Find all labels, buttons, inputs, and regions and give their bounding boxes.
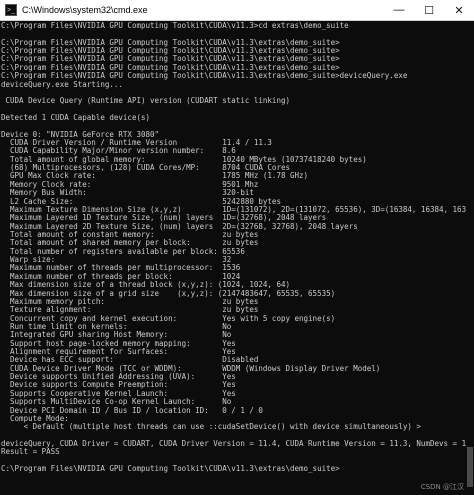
title-bar[interactable]: >_ C:\Windows\system32\cmd.exe — ☐ ✕	[0, 0, 474, 21]
console-line: CUDA Device Query (Runtime API) version …	[1, 97, 290, 106]
console-line: Maximum Layered 2D Texture Size, (num) l…	[1, 222, 358, 231]
console-line: < Default (multiple host threads can use…	[1, 423, 421, 432]
console-line: Device has ECC support: Disabled	[1, 356, 259, 365]
console-line: Integrated GPU sharing Host Memory: No	[1, 331, 232, 340]
vertical-scrollbar[interactable]	[466, 21, 474, 495]
console-line: Device PCI Domain ID / Bus ID / location…	[1, 406, 263, 415]
console-line: C:\Program Files\NVIDIA GPU Computing To…	[1, 47, 340, 56]
scrollbar-thumb[interactable]	[467, 447, 473, 487]
console-line: Run time limit on kernels: No	[1, 322, 232, 331]
console-line: Maximum Layered 1D Texture Size, (num) l…	[1, 214, 327, 223]
console-line: Total amount of constant memory: zu byte…	[1, 230, 259, 239]
console-line: Alignment requirement for Surfaces: Yes	[1, 348, 236, 357]
console-line: C:\Program Files\NVIDIA GPU Computing To…	[1, 465, 340, 474]
console-line: C:\Program Files\NVIDIA GPU Computing To…	[1, 63, 340, 72]
console-line: Result = PASS	[1, 448, 60, 457]
console-output[interactable]: C:\Program Files\NVIDIA GPU Computing To…	[0, 21, 466, 495]
console-line: Device supports Compute Preemption: Yes	[1, 381, 236, 390]
console-line: Total amount of shared memory per block:…	[1, 239, 259, 248]
console-line: Compute Mode:	[1, 414, 69, 423]
console-line: C:\Program Files\NVIDIA GPU Computing To…	[1, 38, 340, 47]
console-line: Device supports Unified Addressing (UVA)…	[1, 373, 236, 382]
console-line: Maximum number of threads per multiproce…	[1, 264, 241, 273]
console-line: CUDA Driver Version / Runtime Version 11…	[1, 139, 272, 148]
console-line: deviceQuery.exe Starting...	[1, 80, 123, 89]
console-line: C:\Program Files\NVIDIA GPU Computing To…	[1, 22, 349, 30]
console-line: deviceQuery, CUDA Driver = CUDART, CUDA …	[1, 439, 466, 448]
console-line: CUDA Capability Major/Minor version numb…	[1, 147, 236, 156]
console-line: L2 Cache Size: 5242880 bytes	[1, 197, 281, 206]
console-line: CUDA Device Driver Mode (TCC or WDDM): W…	[1, 364, 381, 373]
console-line: C:\Program Files\NVIDIA GPU Computing To…	[1, 55, 340, 64]
console-line: Memory Bus Width: 320-bit	[1, 189, 254, 198]
console-line: C:\Program Files\NVIDIA GPU Computing To…	[1, 72, 408, 81]
console-line: Max dimension size of a thread block (x,…	[1, 281, 290, 290]
close-button[interactable]: ✕	[444, 0, 474, 20]
console-line: Detected 1 CUDA Capable device(s)	[1, 113, 151, 122]
console-line: Memory Clock rate: 9501 Mhz	[1, 180, 259, 189]
console-line: Maximum memory pitch: zu bytes	[1, 297, 259, 306]
console-line: Texture alignment: zu bytes	[1, 306, 259, 315]
console-line: Device 0: "NVIDIA GeForce RTX 3080"	[1, 130, 160, 139]
watermark: CSDN @江汉	[420, 483, 464, 491]
window-controls: — ☐ ✕	[384, 0, 474, 20]
console-line: Concurrent copy and kernel execution: Ye…	[1, 314, 336, 323]
console-line: Warp size: 32	[1, 256, 232, 265]
console-line: GPU Max Clock rate: 1785 MHz (1.78 GHz)	[1, 172, 309, 181]
minimize-button[interactable]: —	[384, 0, 414, 20]
console-line: (68) Multiprocessors, (128) CUDA Cores/M…	[1, 164, 290, 173]
cmd-app-icon: >_	[5, 4, 17, 16]
cmd-window: >_ C:\Windows\system32\cmd.exe — ☐ ✕ C:\…	[0, 0, 474, 495]
maximize-button[interactable]: ☐	[414, 0, 444, 20]
console-line: Total number of registers available per …	[1, 247, 245, 256]
console-line: Maximum number of threads per block: 102…	[1, 272, 241, 281]
console-line: Max dimension size of a grid size (x,y,z…	[1, 289, 336, 298]
console-line: Supports Cooperative Kernel Launch: Yes	[1, 389, 236, 398]
console-line: Support host page-locked memory mapping:…	[1, 339, 236, 348]
console-line: Maximum Texture Dimension Size (x,y,z) 1…	[1, 205, 466, 214]
console-line: Supports MultiDevice Co-op Kernel Launch…	[1, 398, 232, 407]
window-title: C:\Windows\system32\cmd.exe	[22, 5, 148, 15]
console-line: Total amount of global memory: 10240 MBy…	[1, 155, 367, 164]
